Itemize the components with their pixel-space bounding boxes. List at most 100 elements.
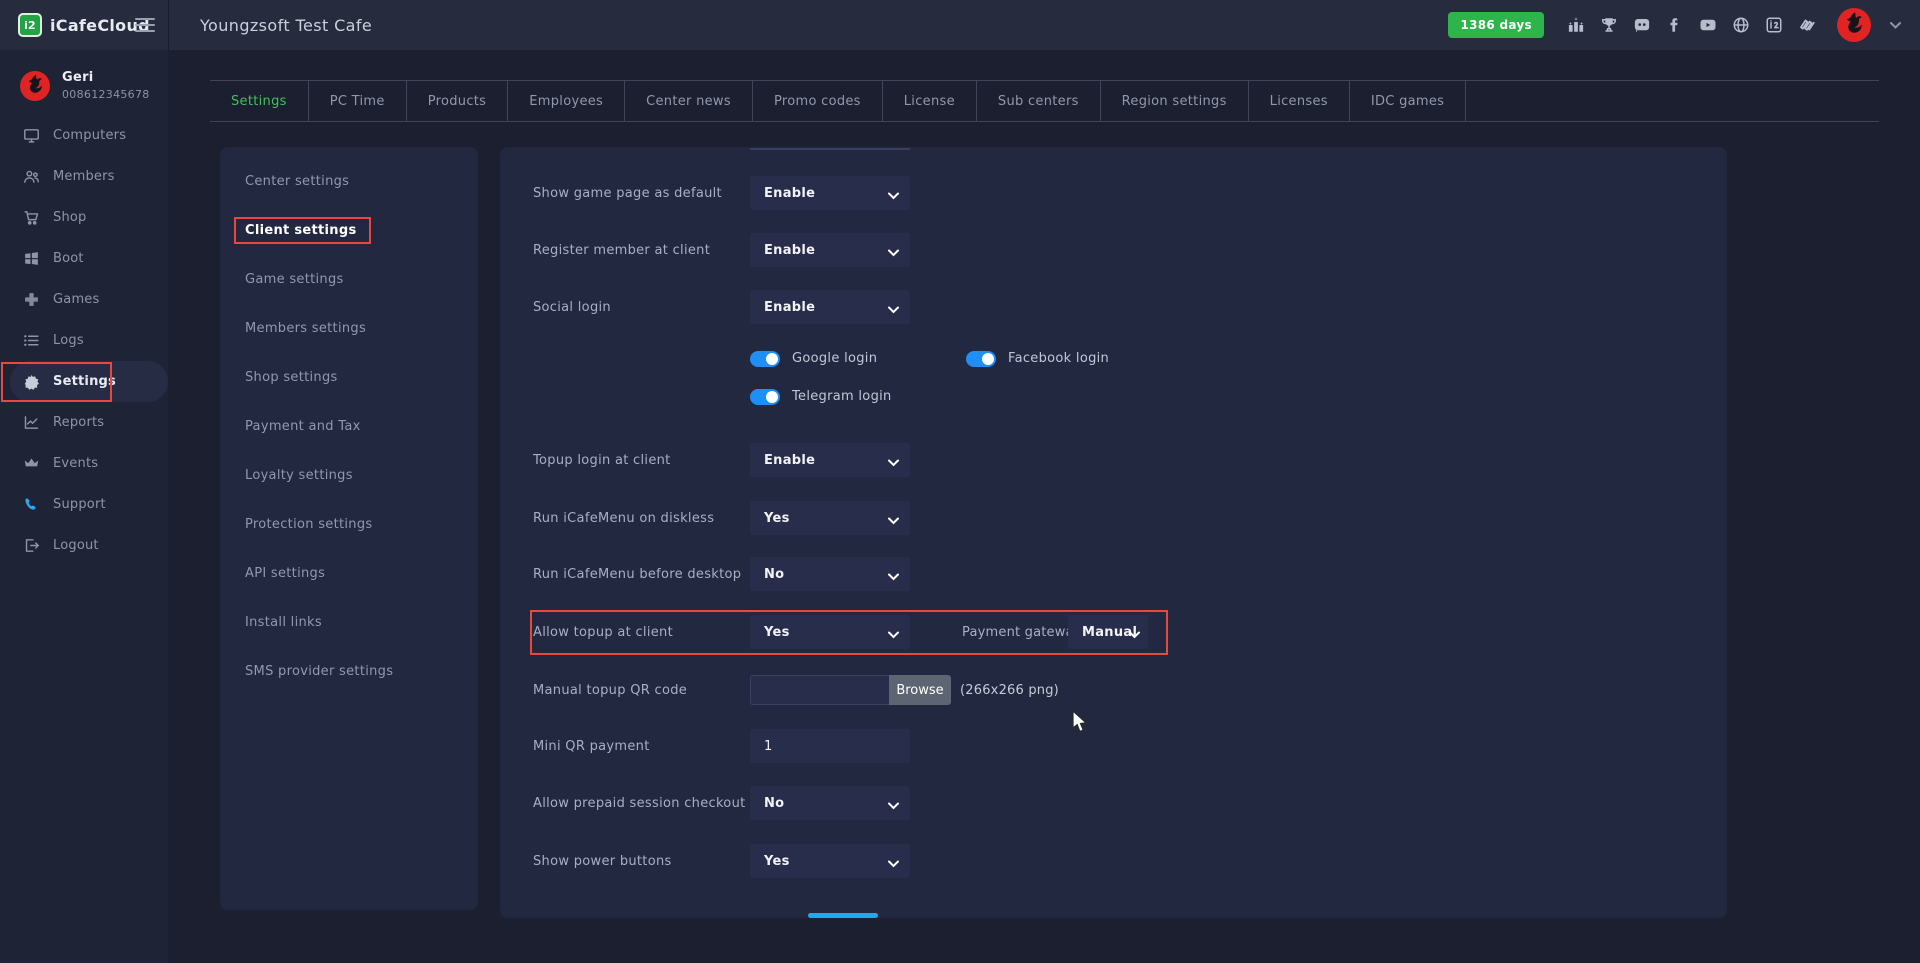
settings-nav-shop-settings[interactable]: Shop settings — [220, 353, 478, 402]
ranking-icon[interactable] — [1567, 16, 1585, 34]
mini-qr-payment-input[interactable] — [750, 729, 910, 763]
topbar: i2 iCafeCloud Youngzsoft Test Cafe 1386 … — [0, 0, 1920, 50]
chevron-down-icon — [888, 570, 899, 585]
settings-nav-sms-provider-settings[interactable]: SMS provider settings — [220, 647, 478, 696]
setting-row-mini-qr-payment: Mini QR payment — [500, 729, 1727, 763]
settings-nav-label: Client settings — [234, 217, 371, 244]
settings-nav-api-settings[interactable]: API settings — [220, 549, 478, 598]
cutoff-element-edge — [750, 148, 910, 150]
chevron-down-icon[interactable] — [1886, 16, 1904, 34]
setting-label: Manual topup QR code — [533, 673, 687, 707]
sidebar-item-support[interactable]: Support — [10, 484, 168, 525]
globe-icon[interactable] — [1732, 16, 1750, 34]
tab-products[interactable]: Products — [407, 81, 509, 121]
crown-icon — [23, 455, 40, 472]
sidebar-item-label: Reports — [53, 415, 104, 430]
settings-nav-label: API settings — [245, 566, 325, 581]
manual-topup-qr-code-file-field[interactable] — [750, 675, 889, 705]
setting-row-manual-topup-qr-code: Manual topup QR code Browse (266x266 png) — [500, 673, 1727, 707]
tab-licenses[interactable]: Licenses — [1249, 81, 1350, 121]
sidebar-item-label: Events — [53, 456, 98, 471]
sidebar-item-reports[interactable]: Reports — [10, 402, 168, 443]
settings-nav-payment-and-tax[interactable]: Payment and Tax — [220, 402, 478, 451]
setting-label: Run iCafeMenu on diskless — [533, 501, 714, 535]
sidebar-user-avatar — [20, 71, 50, 101]
stripes-icon[interactable] — [1798, 16, 1816, 34]
facebook-icon[interactable] — [1666, 16, 1684, 34]
tab-sub-centers[interactable]: Sub centers — [977, 81, 1101, 121]
brand[interactable]: i2 iCafeCloud — [18, 0, 150, 50]
register-member-at-client-select[interactable]: Enable — [750, 233, 910, 267]
setting-row-social-login: Social loginEnable — [500, 290, 1727, 324]
toggle-row-telegram-login: Telegram login — [750, 388, 892, 405]
icafecloud-icon[interactable] — [1765, 16, 1783, 34]
settings-nav-install-links[interactable]: Install links — [220, 598, 478, 647]
topbar-actions: 1386 days — [1448, 0, 1904, 50]
sidebar-item-logs[interactable]: Logs — [10, 320, 168, 361]
icafecloud-logo-icon: i2 — [18, 13, 42, 37]
sidebar-item-label: Settings — [53, 374, 116, 389]
sidebar-item-events[interactable]: Events — [10, 443, 168, 484]
sidebar-item-games[interactable]: Games — [10, 279, 168, 320]
settings-nav-center-settings[interactable]: Center settings — [220, 157, 478, 206]
file-size-note: (266x266 png) — [960, 673, 1059, 707]
user-avatar[interactable] — [1837, 8, 1871, 42]
tab-settings[interactable]: Settings — [210, 81, 309, 121]
show-game-page-as-default-select[interactable]: Enable — [750, 176, 910, 210]
sidebar-item-boot[interactable]: Boot — [10, 238, 168, 279]
tab-pc-time[interactable]: PC Time — [309, 81, 407, 121]
setting-label: Topup login at client — [533, 443, 671, 477]
monitor-icon — [23, 127, 40, 144]
youtube-icon[interactable] — [1699, 16, 1717, 34]
tab-region-settings[interactable]: Region settings — [1101, 81, 1249, 121]
tab-promo-codes[interactable]: Promo codes — [753, 81, 883, 121]
selected-value: Enable — [764, 243, 815, 258]
tab-license[interactable]: License — [883, 81, 977, 121]
run-icafemenu-on-diskless-select[interactable]: Yes — [750, 501, 910, 535]
sidebar-item-shop[interactable]: Shop — [10, 197, 168, 238]
hamburger-menu-icon[interactable] — [135, 18, 155, 32]
chevron-down-icon — [1129, 628, 1140, 643]
settings-nav-members-settings[interactable]: Members settings — [220, 304, 478, 353]
tab-idc-games[interactable]: IDC games — [1350, 81, 1466, 121]
topup-login-at-client-select[interactable]: Enable — [750, 443, 910, 477]
settings-nav-protection-settings[interactable]: Protection settings — [220, 500, 478, 549]
show-power-buttons-select[interactable]: Yes — [750, 844, 910, 878]
setting-label: Allow topup at client — [533, 615, 673, 649]
chart-icon — [23, 414, 40, 431]
settings-nav-loyalty-settings[interactable]: Loyalty settings — [220, 451, 478, 500]
allow-prepaid-session-checkout-select[interactable]: No — [750, 786, 910, 820]
tab-employees[interactable]: Employees — [508, 81, 625, 121]
google-login-toggle[interactable] — [750, 351, 780, 367]
browse-button[interactable]: Browse — [889, 675, 951, 705]
toggle-row-google-login: Google login — [750, 350, 877, 367]
facebook-login-toggle[interactable] — [966, 351, 996, 367]
social-login-select[interactable]: Enable — [750, 290, 910, 324]
sidebar-item-members[interactable]: Members — [10, 156, 168, 197]
sidebar-nav: Computers MembersShop Boot GamesLogs Setting… — [0, 115, 168, 566]
days-badge[interactable]: 1386 days — [1448, 12, 1544, 38]
settings-nav-label: Center settings — [245, 174, 349, 189]
sidebar-item-label: Computers — [53, 128, 126, 143]
telegram-login-toggle[interactable] — [750, 389, 780, 405]
settings-nav-label: Install links — [245, 615, 322, 630]
payment-gateway-label: Payment gateway — [962, 615, 1082, 649]
discord-icon[interactable] — [1633, 16, 1651, 34]
sidebar-user[interactable]: Geri 008612345678 — [20, 70, 150, 101]
app-root: { "topbar": { "brand": "iCafeCloud", "ti… — [0, 0, 1920, 963]
payment-gateway-select[interactable]: Manual — [1068, 615, 1148, 649]
sidebar-item-label: Boot — [53, 251, 84, 266]
setting-row-run-icafemenu-on-diskless: Run iCafeMenu on diskless Yes — [500, 501, 1727, 535]
sidebar-item-logout[interactable]: Logout — [10, 525, 168, 566]
settings-nav-game-settings[interactable]: Game settings — [220, 255, 478, 304]
selected-value: No — [764, 796, 784, 811]
tab-center-news[interactable]: Center news — [625, 81, 753, 121]
sidebar-item-computers[interactable]: Computers — [10, 115, 168, 156]
sidebar-item-settings[interactable]: Settings — [10, 361, 168, 402]
trophy-icon[interactable] — [1600, 16, 1618, 34]
client-settings-form: Show game page as defaultEnableRegister … — [500, 147, 1727, 918]
run-icafemenu-before-desktop-select[interactable]: No — [750, 557, 910, 591]
chevron-down-icon — [888, 514, 899, 529]
allow-topup-at-client-select[interactable]: Yes — [750, 615, 910, 649]
settings-nav-client-settings[interactable]: Client settings — [220, 206, 478, 255]
